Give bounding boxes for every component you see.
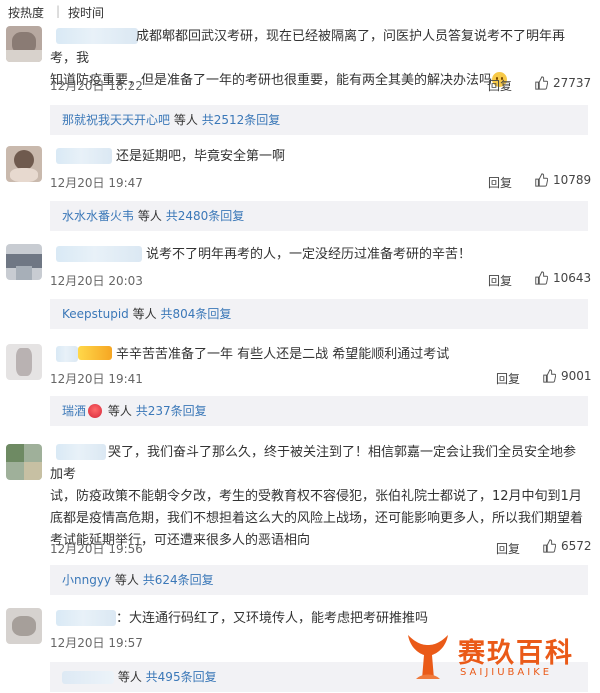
comment-text-lead: 哭了，我们奋斗了那么久，终于被关注到了！相信郭嘉一定会让我们全员安全地参加考 <box>50 445 577 482</box>
reply-button[interactable]: 回复 <box>496 370 520 387</box>
comment-item: 哭了，我们奋斗了那么久，终于被关注到了！相信郭嘉一定会让我们全员安全地参加考 试… <box>0 436 600 596</box>
reply-summary[interactable]: 小nngyy 等人 共624条回复 <box>50 565 588 595</box>
like-button[interactable]: 10789 <box>534 173 591 187</box>
avatar[interactable] <box>6 608 42 644</box>
comment-item: 成都郫都回武汉考研，现在已经被隔离了，问医护人员答复说考不了明年再考，我 知道防… <box>0 24 600 136</box>
avatar[interactable] <box>6 244 42 280</box>
reply-count[interactable]: 共2480条回复 <box>166 209 245 223</box>
reply-summary[interactable]: Keepstupid 等人 共804条回复 <box>50 299 588 329</box>
like-count: 27737 <box>553 76 592 90</box>
reply-summary[interactable]: 水水水番火韦 等人 共2480条回复 <box>50 201 588 231</box>
reply-user[interactable]: 水水水番火韦 <box>62 209 134 223</box>
comment-time: 12月20日 19:57 <box>50 636 143 650</box>
thumbs-up-icon <box>543 369 556 383</box>
sort-by-time-tab[interactable]: 按时间 <box>68 4 104 21</box>
sort-bar: 按热度 | 按时间 <box>0 0 600 22</box>
reply-mid: 等人 <box>173 113 198 127</box>
reply-mid: 等人 <box>114 573 139 587</box>
reply-mid: 等人 <box>137 209 162 223</box>
avatar[interactable] <box>6 26 42 62</box>
comment-text-lead: 辛辛苦苦准备了一年 有些人还是二战 希望能顺利通过考试 <box>116 347 450 362</box>
reply-button[interactable]: 回复 <box>488 272 512 289</box>
thumbs-up-icon <box>543 539 556 553</box>
reply-count[interactable]: 共2512条回复 <box>202 113 281 127</box>
reply-button[interactable]: 回复 <box>496 540 520 557</box>
comment-text: 哭了，我们奋斗了那么久，终于被关注到了！相信郭嘉一定会让我们全员安全地参加考 试… <box>50 442 586 552</box>
rose-emoji-icon <box>88 404 103 418</box>
reply-summary[interactable]: 瑞酒 等人 共237条回复 <box>50 396 588 426</box>
reply-mid: 等人 <box>117 670 142 684</box>
watermark-subtitle: SAIJIUBAIKE <box>460 667 553 678</box>
reply-count[interactable]: 共804条回复 <box>160 307 231 321</box>
avatar[interactable] <box>6 146 42 182</box>
avatar[interactable] <box>6 444 42 480</box>
like-button[interactable]: 10643 <box>534 271 591 285</box>
comment-item: 辛辛苦苦准备了一年 有些人还是二战 希望能顺利通过考试 12月20日 19:41… <box>0 338 600 428</box>
thumbs-up-icon <box>535 271 548 285</box>
like-button[interactable]: 27737 <box>534 76 591 90</box>
like-count: 6572 <box>561 539 592 553</box>
thumbs-up-icon <box>535 76 548 90</box>
thumbs-up-icon <box>535 173 548 187</box>
comment-time: 12月20日 19:56 <box>50 542 143 556</box>
comment-text-lead: ：大连通行码红了，又环境传人，能考虑把考研推推吗 <box>116 611 429 626</box>
comment-time: 12月20日 19:41 <box>50 372 143 386</box>
reply-button[interactable]: 回复 <box>488 174 512 191</box>
watermark-title: 赛玖百科 <box>458 638 574 669</box>
reply-summary[interactable]: 那就祝我天天开心吧 等人 共2512条回复 <box>50 105 588 135</box>
like-count: 10643 <box>553 271 592 285</box>
like-count: 9001 <box>561 369 592 383</box>
whale-tail-logo-icon <box>408 635 448 679</box>
like-count: 10789 <box>553 173 592 187</box>
comment-text: 辛辛苦苦准备了一年 有些人还是二战 希望能顺利通过考试 <box>50 344 586 366</box>
reply-user[interactable]: 瑞酒 <box>62 404 86 418</box>
sort-by-hot-tab[interactable]: 按热度 <box>8 4 44 21</box>
reply-count[interactable]: 共495条回复 <box>146 670 217 684</box>
comment-text-lead: 还是延期吧，毕竟安全第一啊 <box>116 149 286 164</box>
reply-user[interactable]: 小nngyy <box>62 573 111 587</box>
comment-item: 说考不了明年再考的人，一定没经历过准备考研的辛苦！ 12月20日 20:03 回… <box>0 240 600 330</box>
like-button[interactable]: 6572 <box>542 539 592 553</box>
reply-user[interactable]: 那就祝我天天开心吧 <box>62 113 170 127</box>
reply-button[interactable]: 回复 <box>488 77 512 94</box>
comment-time: 12月20日 20:03 <box>50 274 143 288</box>
vip-badge-icon <box>78 346 112 360</box>
reply-user[interactable]: Keepstupid <box>62 307 129 321</box>
reply-user-blurred[interactable] <box>62 671 114 684</box>
reply-count[interactable]: 共237条回复 <box>136 404 207 418</box>
watermark-logo: 赛玖百科 SAIJIUBAIKE <box>404 627 594 685</box>
comment-text-lead: 说考不了明年再考的人，一定没经历过准备考研的辛苦！ <box>146 247 472 262</box>
comment-time: 12月20日 19:47 <box>50 176 143 190</box>
comment-text: 说考不了明年再考的人，一定没经历过准备考研的辛苦！ <box>50 244 586 266</box>
comment-time: 12月20日 18:22 <box>50 79 143 93</box>
reply-mid: 等人 <box>107 404 132 418</box>
reply-count[interactable]: 共624条回复 <box>143 573 214 587</box>
avatar[interactable] <box>6 344 42 380</box>
reply-mid: 等人 <box>132 307 157 321</box>
comment-text: 还是延期吧，毕竟安全第一啊 <box>50 146 586 168</box>
comment-text-lead: 成都郫都回武汉考研，现在已经被隔离了，问医护人员答复说考不了明年再考，我 <box>50 29 566 66</box>
sort-separator: | <box>56 4 61 18</box>
like-button[interactable]: 9001 <box>542 369 592 383</box>
comment-item: 还是延期吧，毕竟安全第一啊 12月20日 19:47 回复 10789 水水水番… <box>0 142 600 234</box>
